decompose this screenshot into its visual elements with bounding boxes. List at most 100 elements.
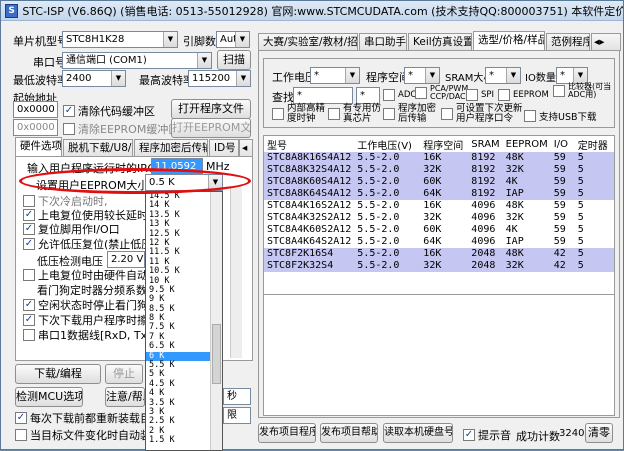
option-reset-pin-io[interactable]: ✓ 复位脚用作I/O口 [23, 221, 120, 237]
usb-download-checkbox[interactable]: 支持USB下载 [524, 109, 597, 123]
tab-selection-price[interactable]: 选型/价格/样品 [473, 31, 545, 51]
check-mcu-options-button[interactable]: 检测MCU选项 [15, 387, 83, 407]
chevron-down-icon: ▼ [425, 68, 439, 83]
table-cell-timer: 5 [574, 152, 614, 164]
table-row[interactable]: STC8A8K32S4A12 5.5-2.0 32K 8192 32K 59 5 [264, 164, 614, 176]
adc-filter-select[interactable]: * [356, 87, 380, 104]
column-header-sram[interactable]: SRAM [468, 136, 502, 152]
adc-checkbox[interactable]: ADC [383, 89, 416, 101]
open-program-button[interactable]: 打开程序文件 [171, 99, 251, 119]
table-row[interactable]: STC8A8K16S4A12 5.5-2.0 16K 8192 48K 59 5 [264, 152, 614, 164]
spi-checkbox[interactable]: SPI [466, 89, 494, 101]
tab-keil-debug[interactable]: Keil仿真设置 [408, 33, 472, 51]
eeprom-checkbox[interactable]: EEPROM [498, 89, 549, 101]
emulation-chip-checkbox[interactable]: 有专用仿真芯片 [328, 104, 384, 124]
table-row[interactable]: STC8A8K64S4A12 5.5-2.0 64K 8192 IAP 59 5 [264, 188, 614, 200]
update-password-checkbox[interactable]: 可设置下次更新用户程序口令 [441, 104, 525, 124]
checkbox-icon: ✓ [23, 223, 35, 235]
download-program-button[interactable]: 下载/编程 [15, 364, 101, 384]
tab-example-programs[interactable]: 范例程序 [546, 33, 590, 51]
table-cell-timer: 5 [574, 176, 614, 188]
model-table: 型号 工作电压(V) 程序空间 SRAM EEPROM I/O 定时器 STC8… [264, 136, 614, 272]
tab-offline-download[interactable]: 脱机下载/U8/U7 [63, 139, 133, 157]
table-cell-model: STC8F2K16S4 [264, 248, 355, 260]
notes-help-button[interactable]: 注意/帮助 [105, 387, 145, 407]
sram-filter-select[interactable]: * ▼ [485, 67, 521, 84]
read-disk-id-button[interactable]: 读取本机硬盘号 [383, 423, 453, 443]
publish-project-button[interactable]: 发布项目程序 [258, 423, 316, 443]
tab-scroll-arrows[interactable]: ◂ [239, 139, 253, 157]
column-header-program-space[interactable]: 程序空间 [420, 136, 468, 152]
eeprom-size-dropdown[interactable]: 14.5 K 14 K 13.5 K 13 K 12.5 K 12 K 11.5 K 11 K… [145, 191, 223, 451]
stop-button[interactable]: 停止 [105, 364, 143, 384]
tab-hardware-options[interactable]: 硬件选项 [15, 137, 62, 157]
port-select[interactable]: 通信端口 (COM1) ▼ [62, 52, 212, 69]
tab-id-number[interactable]: ID号 [209, 139, 239, 157]
table-row[interactable]: STC8A4K64S2A12 5.5-2.0 64K 4096 IAP 59 5 [264, 236, 614, 248]
publish-help-button[interactable]: 发布项目帮助 [320, 423, 378, 443]
table-cell-sram: 8192 [468, 164, 503, 176]
pin-count-select[interactable]: Auto ▼ [216, 31, 250, 48]
tab-serial-assistant[interactable]: 串口助手 [359, 33, 407, 51]
code-address-input[interactable]: 0x0000 [13, 101, 58, 118]
io-count-filter-label: IO数量 [525, 73, 556, 84]
min-baud-select[interactable]: 2400 ▼ [62, 70, 126, 87]
dropdown-scrollbar[interactable] [210, 192, 222, 450]
clear-code-checkbox[interactable]: ✓ 清除代码缓冲区 [63, 103, 155, 119]
tab-scroll-arrows[interactable]: ◂▸ [591, 33, 621, 51]
table-row[interactable]: STC8A4K32S2A12 5.5-2.0 32K 4096 32K 59 5 [264, 212, 614, 224]
table-cell-prog: 16K [423, 200, 442, 211]
column-header-timer[interactable]: 定时器 [575, 136, 614, 152]
table-cell-volt: 5.5-2.0 [354, 176, 421, 188]
table-cell-eeprom: IAP [505, 236, 524, 247]
clear-eeprom-checkbox[interactable]: 清除EEPROM缓冲区 [63, 121, 179, 137]
table-row[interactable]: STC8A4K60S2A12 5.5-2.0 60K 4096 4K 59 5 [264, 224, 614, 236]
seconds-select[interactable]: 秒 [223, 388, 251, 405]
low-voltage-select[interactable]: 2.20 V [107, 251, 145, 268]
column-header-voltage[interactable]: 工作电压(V) [354, 136, 420, 152]
tab-contest-lab[interactable]: 大赛/实验室/教材/招聘 [258, 33, 358, 51]
success-count-label: 成功计数 [516, 430, 560, 443]
tab-encrypted-transfer[interactable]: 程序加密后传输 [134, 139, 208, 157]
tip-sound-checkbox[interactable]: ✓ 提示音 [463, 427, 511, 443]
column-header-eeprom[interactable]: EEPROM [503, 136, 551, 152]
min-baud-label: 最低波特率 [13, 74, 68, 87]
table-cell-timer: 5 [577, 236, 584, 247]
column-header-model[interactable]: 型号 [264, 136, 354, 152]
comparator-checkbox[interactable]: 比较器(可当ADC用) [553, 83, 613, 99]
checkbox-icon: ✓ [463, 429, 475, 441]
program-space-filter-select[interactable]: * ▼ [404, 67, 440, 84]
table-row[interactable]: STC8A8K60S4A12 5.5-2.0 60K 8192 4K 59 5 [264, 176, 614, 188]
voltage-filter-select[interactable]: * ▼ [310, 67, 360, 84]
table-cell-prog: 60K [423, 224, 442, 235]
pca-pwm-checkbox[interactable]: PCA/PWM CCP/DAC [415, 85, 473, 101]
clear-count-button[interactable]: 清零 [585, 423, 613, 443]
chevron-down-icon: ▼ [236, 71, 250, 86]
internal-clock-checkbox[interactable]: 内部高精度时钟 [272, 104, 332, 124]
open-eeprom-button[interactable]: 打开EEPROM文件 [171, 118, 251, 138]
limit-select[interactable]: 限 [223, 407, 251, 424]
mcu-type-select[interactable]: STC8H1K28 ▼ [62, 31, 178, 48]
eeprom-address-input[interactable]: 0x0000 [13, 119, 58, 136]
scrollbar-thumb[interactable] [212, 324, 221, 384]
scan-button[interactable]: 扫描 [217, 50, 251, 70]
search-input[interactable]: * [293, 87, 353, 104]
column-header-io[interactable]: I/O [551, 136, 575, 152]
pin-count-label: 引脚数 [183, 35, 216, 48]
model-detail-area [263, 295, 615, 416]
success-count-value: 3240 [559, 428, 585, 439]
table-row[interactable]: STC8F2K16S4 5.5-2.0 16K 2048 48K 42 5 [264, 248, 614, 260]
watchdog-divider-label: 看门狗定时器分频系数 [37, 284, 147, 297]
table-cell-eeprom: 48K [505, 200, 524, 211]
table-cell-sram: 4096 [471, 236, 496, 247]
max-baud-select[interactable]: 115200 ▼ [188, 70, 251, 87]
table-cell-eeprom: 32K [505, 212, 524, 223]
options-scrollbar[interactable] [230, 186, 242, 358]
max-baud-label: 最高波特率 [139, 74, 194, 87]
chevron-down-icon: ▼ [506, 68, 520, 83]
checkbox-icon [498, 89, 510, 101]
table-row[interactable]: STC8A4K16S2A12 5.5-2.0 16K 4096 48K 59 5 [264, 200, 614, 212]
table-row[interactable]: STC8F2K32S4 5.5-2.0 32K 2048 32K 42 5 [264, 260, 614, 272]
table-cell-timer: 5 [577, 212, 584, 223]
encrypted-transfer-checkbox[interactable]: 程序加密后传输 [383, 104, 439, 124]
